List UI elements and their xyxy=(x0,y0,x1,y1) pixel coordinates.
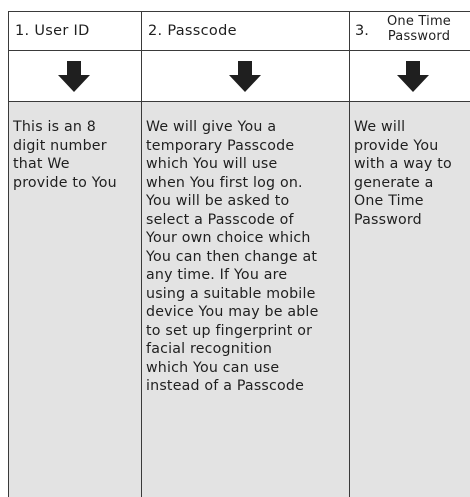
body-cell-user-id: This is an 8 digit number that We provid… xyxy=(8,102,141,497)
arrow-cell xyxy=(8,51,141,102)
body-cell-one-time-password: We will provide You with a way to genera… xyxy=(349,102,470,497)
grid-line xyxy=(349,11,350,497)
header-cell-passcode: 2. Passcode xyxy=(141,11,349,51)
header-cell-user-id: 1. User ID xyxy=(8,11,141,51)
column-title: User ID xyxy=(34,23,90,39)
description-text: This is an 8 digit number that We provid… xyxy=(13,119,117,191)
credentials-table: 1. User ID This is an 8 digit number tha… xyxy=(0,0,470,497)
body-cell-passcode: We will give You a temporary Passcode wh… xyxy=(141,102,349,497)
column-title: One Time Password xyxy=(386,14,452,44)
down-arrow-icon xyxy=(58,61,90,92)
arrow-cell xyxy=(349,51,470,102)
grid-line xyxy=(8,11,9,497)
description-text: We will give You a temporary Passcode wh… xyxy=(146,119,319,394)
column-user-id: 1. User ID This is an 8 digit number tha… xyxy=(8,0,141,497)
column-number: 2. xyxy=(148,23,163,39)
description-text: We will provide You with a way to genera… xyxy=(354,119,452,228)
column-passcode: 2. Passcode We will give You a temporary… xyxy=(141,0,349,497)
down-arrow-icon xyxy=(397,61,429,92)
grid-line xyxy=(141,11,142,497)
column-number: 1. xyxy=(15,23,30,39)
column-number: 3. xyxy=(355,23,369,39)
column-one-time-password: 3. One Time Password We will provide You… xyxy=(349,0,470,497)
header-cell-one-time-password: 3. One Time Password xyxy=(349,11,470,51)
column-title: Passcode xyxy=(167,23,237,39)
arrow-cell xyxy=(141,51,349,102)
down-arrow-icon xyxy=(229,61,261,92)
